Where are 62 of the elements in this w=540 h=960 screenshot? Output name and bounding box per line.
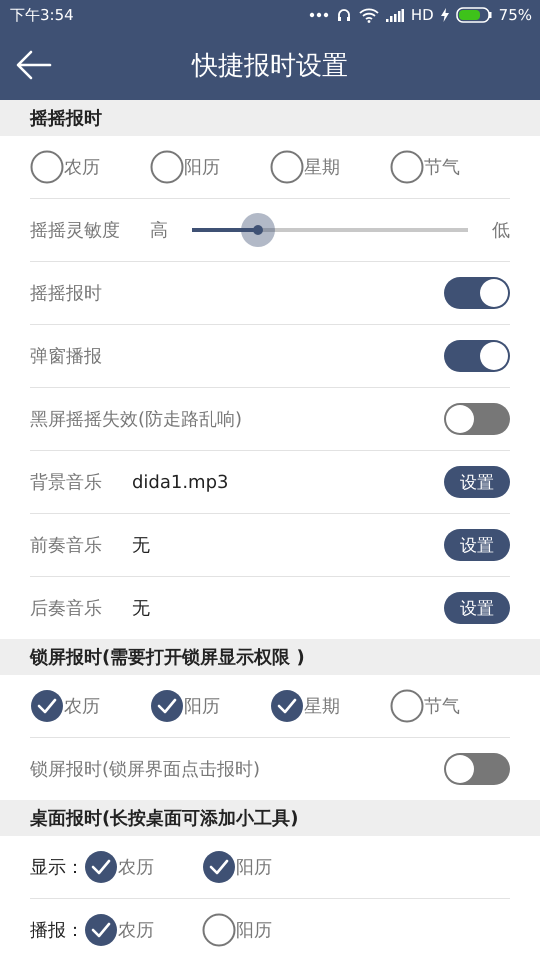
headphones-icon	[336, 7, 352, 23]
set-button[interactable]: 设置	[444, 466, 510, 498]
set-button[interactable]: 设置	[444, 529, 510, 561]
checked-circle-icon[interactable]	[270, 689, 304, 723]
page-title: 快捷报时设置	[192, 50, 348, 82]
toggle-switch[interactable]	[444, 277, 510, 309]
row-label: 摇摇灵敏度	[30, 219, 120, 242]
row-label: 显示：	[30, 856, 84, 879]
low-label: 低	[492, 219, 510, 242]
slider-thumb[interactable]	[241, 213, 276, 247]
option-label: 阳历	[236, 919, 272, 942]
back-arrow-icon[interactable]	[16, 50, 52, 80]
checked-circle-icon[interactable]	[150, 689, 184, 723]
row-label: 播报：	[30, 919, 84, 942]
option-label: 农历	[64, 156, 100, 179]
charging-icon	[440, 8, 449, 22]
unchecked-circle-icon[interactable]	[30, 150, 64, 184]
unchecked-circle-icon[interactable]	[150, 150, 184, 184]
toggle-switch[interactable]	[444, 340, 510, 372]
wifi-icon	[358, 8, 379, 22]
unchecked-circle-icon[interactable]	[202, 913, 236, 947]
unchecked-circle-icon[interactable]	[270, 150, 304, 184]
option-label: 节气	[424, 695, 460, 718]
more-icon	[308, 12, 329, 18]
high-label: 高	[150, 219, 168, 242]
option-label: 星期	[304, 695, 340, 718]
row-label: 弹窗播报	[30, 345, 103, 368]
file-name: 无	[132, 534, 151, 557]
option-label: 阳历	[184, 156, 220, 179]
row-label: 背景音乐	[30, 471, 102, 494]
checked-circle-icon[interactable]	[30, 689, 64, 723]
signal-icon	[386, 8, 404, 22]
unchecked-circle-icon[interactable]	[390, 689, 424, 723]
row-label: 前奏音乐	[30, 534, 102, 557]
option-label: 阳历	[236, 856, 272, 879]
battery-icon	[456, 7, 492, 23]
checked-circle-icon[interactable]	[84, 913, 118, 947]
option-label: 星期	[304, 156, 340, 179]
file-name: dida1.mp3	[132, 472, 230, 492]
row-label: 摇摇报时	[30, 282, 103, 305]
unchecked-circle-icon[interactable]	[390, 150, 424, 184]
network-label: HD	[410, 6, 434, 24]
option-label: 农历	[118, 919, 154, 942]
set-button[interactable]: 设置	[444, 592, 510, 624]
row-label: 后奏音乐	[30, 597, 102, 620]
status-time: 下午3:54	[10, 6, 74, 24]
slider-track[interactable]	[192, 213, 468, 247]
battery-percent: 75%	[498, 6, 532, 24]
section-header: 桌面报时(长按桌面可添加小工具)	[0, 800, 540, 836]
checked-circle-icon[interactable]	[202, 850, 236, 884]
row-label: 锁屏报时(锁屏界面点击报时)	[30, 758, 262, 781]
section-header: 锁屏报时(需要打开锁屏显示权限 )	[0, 639, 540, 675]
file-name: 无	[132, 597, 151, 620]
section-header: 摇摇报时	[0, 100, 540, 136]
toggle-switch[interactable]	[444, 403, 510, 435]
checked-circle-icon[interactable]	[84, 850, 118, 884]
option-label: 阳历	[184, 695, 220, 718]
option-label: 节气	[424, 156, 460, 179]
row-label: 黑屏摇摇失效(防走路乱响)	[30, 408, 244, 431]
toggle-switch[interactable]	[444, 753, 510, 785]
option-label: 农历	[118, 856, 154, 879]
option-label: 农历	[64, 695, 100, 718]
